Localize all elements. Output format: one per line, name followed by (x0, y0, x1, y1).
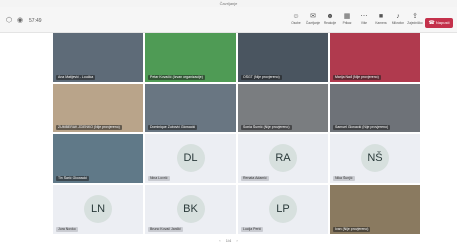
participant-tile[interactable]: Marija Nađ (Nije provjereno) (330, 33, 420, 82)
participant-name: Ana Matijević - Loučka (56, 75, 96, 80)
participant-tile[interactable]: Sonia Šumić (Nije provjereno) (238, 84, 328, 132)
meeting-toolbar: ⬡ ◉ 57:49 ☺ Osobe ✉ Čavrljanje ☻ Reakcij… (0, 7, 457, 33)
more-icon: ⋯ (360, 13, 368, 20)
participant-tile[interactable]: Dominique Zubović Glowacki (145, 84, 236, 132)
leave-button[interactable]: ☎ Napusti (425, 18, 453, 28)
share-button[interactable]: ⇪ Zajedničko (407, 12, 423, 30)
participant-name: Renata Adamić (241, 176, 269, 181)
pagination: ‹ 1/4 › (0, 236, 457, 246)
participant-tile[interactable]: OŠGT (Nije provjereno) (238, 33, 328, 82)
people-button[interactable]: ☺ Osobe (288, 12, 304, 30)
chevron-left-icon[interactable]: ‹ (219, 238, 220, 243)
participant-name: Samuel Glovacki (Nije provjereno) (333, 125, 391, 130)
participant-avatar: BK (176, 194, 205, 223)
participant-name: Nika Šunjić (333, 176, 355, 181)
participant-tile[interactable]: DL Nina Lovrić (145, 134, 236, 183)
more-button[interactable]: ⋯ Više (356, 12, 372, 30)
participant-avatar: RA (269, 143, 297, 172)
participant-tile[interactable]: Ana Matijević - Loučka (53, 33, 143, 82)
camera-icon: ■ (378, 13, 384, 20)
participant-name: Tin Šarić Glowacki (56, 176, 89, 181)
phone-icon: ☎ (428, 20, 435, 26)
participant-name: OŠGT (Nije provjereno) (241, 75, 282, 80)
meeting-timer: 57:49 (29, 18, 42, 24)
participant-name: Jura Novko (56, 227, 78, 232)
participant-name: Nina Lovrić (148, 176, 170, 181)
participant-name: Ivan (Nije provjereno) (333, 227, 371, 232)
view-icon: ▦ (343, 13, 351, 20)
participant-name: Bruno Kovač Jančić (148, 227, 183, 232)
shield-icon: ⬡ (5, 17, 13, 24)
participant-name: Marija Nađ (Nije provjereno) (333, 75, 381, 80)
participant-tile[interactable]: Ivan (Nije provjereno) (330, 185, 420, 234)
participant-avatar: DL (176, 143, 205, 172)
participant-tile[interactable]: LP Lucija Perić (238, 185, 328, 234)
mic-icon: ♪ (396, 13, 400, 20)
participant-tile[interactable]: ZUMBERAK ZDENKO (Nije provjereno) (53, 84, 143, 132)
participant-tile[interactable]: LN Jura Novko (53, 185, 143, 234)
share-icon: ⇪ (412, 13, 418, 20)
participant-name: Petar Kovačić (Izvan organizacije) (148, 75, 205, 80)
reactions-button[interactable]: ☻ Reakcije (322, 12, 338, 30)
record-icon: ◉ (16, 17, 24, 24)
participant-avatar: LP (269, 194, 297, 223)
view-button[interactable]: ▦ Prikaz (339, 12, 355, 30)
window-title-bar: Čavrljanje (0, 0, 457, 7)
participant-name: ZUMBERAK ZDENKO (Nije provjereno) (56, 125, 122, 130)
participant-name: Lucija Perić (241, 227, 264, 232)
participant-avatar: LN (84, 194, 112, 223)
participant-name: Dominique Zubović Glowacki (148, 125, 198, 130)
participant-tile[interactable]: Tin Šarić Glowacki (53, 134, 143, 183)
leave-label: Napusti (435, 20, 450, 25)
chat-button[interactable]: ✉ Čavrljanje (305, 12, 321, 30)
participant-tile[interactable]: BK Bruno Kovač Jančić (145, 185, 236, 234)
chevron-right-icon[interactable]: › (236, 238, 237, 243)
page-indicator: 1/4 (225, 238, 232, 243)
participant-avatar: NŠ (361, 143, 389, 172)
participant-name: Sonia Šumić (Nije provjereno) (241, 125, 292, 130)
participant-tile[interactable]: Samuel Glovacki (Nije provjereno) (330, 84, 420, 132)
window-title: Čavrljanje (219, 1, 238, 6)
people-icon: ☺ (292, 13, 300, 20)
mic-button[interactable]: ♪ Mikrofon (390, 12, 406, 30)
participant-tile[interactable]: NŠ Nika Šunjić (330, 134, 420, 183)
chat-icon: ✉ (310, 13, 316, 20)
reactions-icon: ☻ (326, 13, 334, 20)
participant-tile[interactable]: RA Renata Adamić (238, 134, 328, 183)
participant-tile[interactable]: Petar Kovačić (Izvan organizacije) (145, 33, 236, 82)
camera-button[interactable]: ■ Kamera (373, 12, 389, 30)
